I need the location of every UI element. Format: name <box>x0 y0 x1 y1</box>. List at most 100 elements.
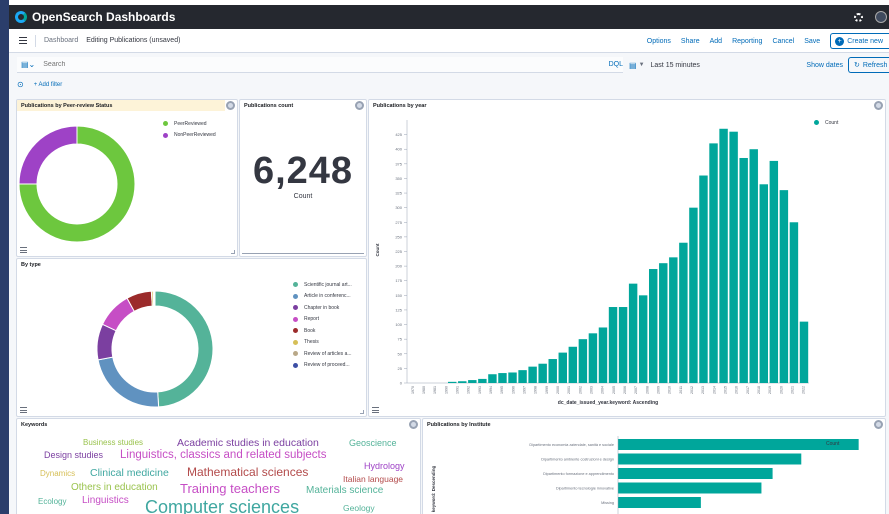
legend-item[interactable]: Thesis <box>293 337 352 349</box>
x-tick-label: 1996 <box>511 386 515 394</box>
legend-item-nonpeer[interactable]: NonPeerReviewed <box>163 130 216 142</box>
bar <box>488 374 497 383</box>
y-tick-label: Dipartimento tecnologie innovative <box>556 487 614 491</box>
x-tick-label: 1993 <box>478 386 482 394</box>
search-input[interactable] <box>43 61 544 68</box>
bar <box>719 128 728 383</box>
legend-item-peer[interactable]: PeerReviewed <box>163 118 216 130</box>
legend-label: Review of proceed... <box>304 362 350 369</box>
keyword-word[interactable]: Linguistics <box>82 496 129 506</box>
refresh-button[interactable]: ↻ Refresh <box>848 57 889 73</box>
keyword-word[interactable]: Design studies <box>44 451 103 460</box>
bar <box>478 378 487 383</box>
legend-item[interactable]: Report <box>293 314 352 326</box>
legend-dot <box>293 362 298 368</box>
bar <box>779 190 789 383</box>
x-tick-label: 2018 <box>757 386 761 394</box>
pie-slice <box>153 290 156 307</box>
y-tick-label: 300 <box>395 205 402 210</box>
legend-item-count[interactable]: Count <box>815 438 839 450</box>
panel-count: Publications count 6,248 Count <box>239 99 367 257</box>
legend-toggle-icon[interactable] <box>20 247 27 253</box>
bar <box>448 381 457 383</box>
y-axis-label: Count <box>375 243 380 256</box>
saved-queries-icon[interactable]: ▤⌄ <box>21 60 35 69</box>
bar <box>588 333 598 383</box>
bar <box>799 321 809 383</box>
options-link[interactable]: Options <box>647 38 671 45</box>
breadcrumb-dashboard[interactable]: Dashboard <box>44 37 78 44</box>
keyword-word[interactable]: Materials science <box>306 486 383 496</box>
y-tick-label: 100 <box>395 322 402 327</box>
share-link[interactable]: Share <box>681 38 700 45</box>
opensearch-logo-icon <box>15 11 27 23</box>
chevron-down-icon[interactable]: ▼ <box>639 62 645 68</box>
query-language-toggle[interactable]: DQL <box>609 61 623 68</box>
keyword-word[interactable]: Clinical medicine <box>90 468 169 479</box>
keyword-word[interactable]: Linguistics, classics and related subjec… <box>120 449 326 462</box>
breadcrumb-current: Editing Publications (unsaved) <box>86 37 181 44</box>
menu-icon[interactable] <box>19 37 27 44</box>
cancel-link[interactable]: Cancel <box>772 38 794 45</box>
add-link[interactable]: Add <box>710 38 722 45</box>
bar <box>608 307 618 383</box>
save-link[interactable]: Save <box>804 38 820 45</box>
legend-toggle-icon[interactable] <box>20 407 27 413</box>
keyword-word[interactable]: Computer sciences <box>145 498 299 514</box>
keyword-word[interactable]: Geology <box>343 504 375 513</box>
refresh-icon: ↻ <box>854 62 860 69</box>
keyword-word[interactable]: Italian language <box>343 475 403 484</box>
x-tick-label: 2004 <box>601 386 605 394</box>
create-new-button[interactable]: + Create new <box>830 33 889 49</box>
panel-keywords: Keywords Business studies Academic studie… <box>16 418 421 514</box>
bar <box>618 497 701 508</box>
x-tick-label: 2017 <box>746 386 750 394</box>
time-range-label[interactable]: Last 15 minutes <box>651 62 700 69</box>
x-tick-label: 1990 <box>444 386 448 394</box>
panel-options-icon[interactable] <box>355 101 364 110</box>
refresh-label: Refresh <box>862 61 888 69</box>
legend-toggle-icon[interactable] <box>372 407 379 413</box>
keyword-word[interactable]: Geoscience <box>349 439 397 448</box>
x-tick-label: 1981 <box>433 386 437 394</box>
panel-options-icon[interactable] <box>409 420 418 429</box>
keyword-word[interactable]: Dynamics <box>40 470 75 478</box>
filter-options-icon[interactable]: ⊙ <box>17 80 24 89</box>
pie-slice <box>154 290 214 408</box>
keyword-word[interactable]: Ecology <box>38 498 66 506</box>
keyword-word[interactable]: Training teachers <box>180 482 280 495</box>
legend-dot <box>293 316 298 322</box>
legend-item[interactable]: Review of proceed... <box>293 360 352 372</box>
legend-item[interactable]: Article in conferenc... <box>293 291 352 303</box>
app-logo[interactable]: OpenSearch Dashboards <box>15 10 175 24</box>
user-avatar[interactable] <box>875 11 887 23</box>
resize-handle-icon[interactable] <box>231 250 235 254</box>
y-tick-label: 0 <box>400 381 403 386</box>
resize-handle-icon[interactable] <box>360 410 364 414</box>
y-tick-label: 25 <box>398 366 403 371</box>
x-tick-label: 2003 <box>589 386 593 394</box>
reporting-link[interactable]: Reporting <box>732 38 762 45</box>
keyword-word[interactable]: Academic studies in education <box>177 438 319 449</box>
legend-item[interactable]: Chapter in book <box>293 302 352 314</box>
bar <box>679 242 688 383</box>
keyword-word[interactable]: Business studies <box>83 439 143 447</box>
keyword-word[interactable]: Mathematical sciences <box>187 466 308 478</box>
x-tick-label: 2010 <box>668 386 672 394</box>
bar <box>528 366 537 383</box>
legend-item-count[interactable]: Count <box>814 117 838 129</box>
legend-item[interactable]: Review of articles a... <box>293 348 352 360</box>
show-dates-link[interactable]: Show dates <box>806 62 843 69</box>
y-tick-label: 425 <box>395 132 402 137</box>
x-tick-label: 2019 <box>768 386 772 394</box>
legend-item[interactable]: Book <box>293 325 352 337</box>
legend-item[interactable]: Scientific journal art... <box>293 279 352 291</box>
keyword-word[interactable]: Others in education <box>71 483 158 493</box>
calendar-icon[interactable]: ▤ <box>629 61 637 70</box>
add-filter-link[interactable]: + Add filter <box>34 82 63 88</box>
settings-icon[interactable] <box>854 12 863 22</box>
keyword-word[interactable]: Hydrology <box>364 462 405 471</box>
y-tick-label: 325 <box>395 191 402 196</box>
bar <box>769 160 779 383</box>
x-tick-label: 2001 <box>567 386 571 394</box>
